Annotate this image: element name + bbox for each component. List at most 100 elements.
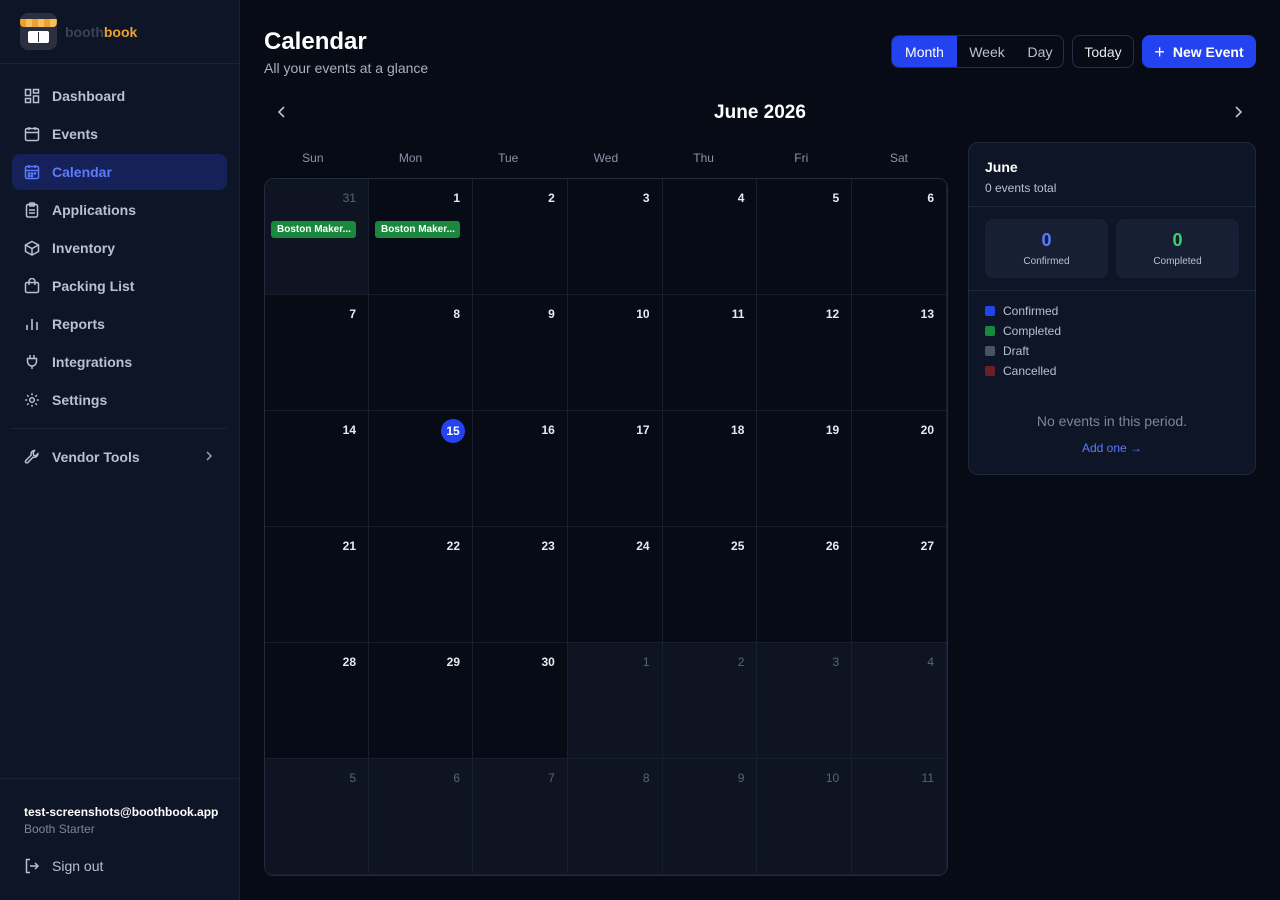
sidebar-item-label: Events xyxy=(52,126,98,142)
event-chip[interactable]: Boston Maker... xyxy=(271,221,356,238)
plug-icon xyxy=(24,354,40,370)
legend-label: Completed xyxy=(1003,324,1062,338)
day-number: 19 xyxy=(825,423,840,437)
confirmed-count: 0 xyxy=(1041,230,1052,250)
day-cell[interactable]: 18 xyxy=(662,411,758,527)
user-email: test-screenshots@boothbook.app xyxy=(24,805,219,819)
day-cell[interactable]: 3 xyxy=(757,643,853,759)
bag-icon xyxy=(24,277,40,294)
day-cell[interactable]: 12 xyxy=(757,295,853,411)
day-number: 15 xyxy=(441,419,465,443)
day-cell[interactable]: 10 xyxy=(757,759,853,875)
sidebar-item-applications[interactable]: Applications xyxy=(12,192,227,228)
view-month-button[interactable]: Month xyxy=(892,36,957,67)
day-cell[interactable]: 3 xyxy=(567,179,663,295)
day-cell[interactable]: 9 xyxy=(662,759,758,875)
day-cell[interactable]: 4 xyxy=(852,643,947,759)
day-number: 1 xyxy=(453,191,460,205)
day-cell[interactable]: 2 xyxy=(662,643,758,759)
legend-swatch xyxy=(985,306,995,316)
new-event-button[interactable]: + New Event xyxy=(1142,35,1256,68)
logo[interactable]: boothbook xyxy=(0,0,239,64)
day-number: 5 xyxy=(349,771,356,785)
day-cell[interactable]: 28 xyxy=(265,643,369,759)
legend-item: Confirmed xyxy=(985,301,1239,321)
sidebar-item-dashboard[interactable]: Dashboard xyxy=(12,78,227,114)
day-cell[interactable]: 20 xyxy=(852,411,947,527)
day-cell[interactable]: 30 xyxy=(473,643,568,759)
day-number: 6 xyxy=(453,771,460,785)
day-cell[interactable]: 6 xyxy=(852,179,947,295)
today-button[interactable]: Today xyxy=(1072,35,1134,68)
day-cell[interactable]: 25 xyxy=(662,527,758,643)
day-cell[interactable]: 11 xyxy=(662,295,758,411)
day-cell[interactable]: 24 xyxy=(567,527,663,643)
day-cell[interactable]: 13 xyxy=(852,295,947,411)
completed-stat: 0 Completed xyxy=(1116,219,1239,278)
completed-count: 0 xyxy=(1172,230,1183,250)
day-cell[interactable]: 31 Boston Maker... xyxy=(265,179,369,295)
day-number: 11 xyxy=(921,771,934,785)
sidebar-item-inventory[interactable]: Inventory xyxy=(12,230,227,266)
sidebar-item-settings[interactable]: Settings xyxy=(12,382,227,418)
day-cell[interactable]: 7 xyxy=(265,295,369,411)
day-cell[interactable]: 21 xyxy=(265,527,369,643)
day-number: 7 xyxy=(349,307,356,321)
day-cell[interactable]: 19 xyxy=(757,411,853,527)
day-cell[interactable]: 16 xyxy=(473,411,568,527)
day-number: 23 xyxy=(541,539,555,553)
sidebar-item-events[interactable]: Events xyxy=(12,116,227,152)
day-cell[interactable]: 11 xyxy=(852,759,947,875)
sidebar-item-packing-list[interactable]: Packing List xyxy=(12,268,227,304)
day-cell[interactable]: 5 xyxy=(757,179,853,295)
logo-icon xyxy=(20,13,57,50)
sidebar-item-calendar[interactable]: Calendar xyxy=(12,154,227,190)
day-cell[interactable]: 8 xyxy=(369,295,473,411)
sidebar-item-reports[interactable]: Reports xyxy=(12,306,227,342)
day-cell[interactable]: 14 xyxy=(265,411,369,527)
sidebar-item-vendor-tools[interactable]: Vendor Tools xyxy=(12,439,227,475)
day-number: 26 xyxy=(825,539,840,553)
sign-out-button[interactable]: Sign out xyxy=(24,858,239,874)
day-cell[interactable]: 27 xyxy=(852,527,947,643)
day-cell[interactable]: 1 xyxy=(567,643,663,759)
day-cell[interactable]: 17 xyxy=(567,411,663,527)
chevron-left-icon xyxy=(277,106,285,118)
sidebar-item-label: Applications xyxy=(52,202,137,218)
day-cell[interactable]: 22 xyxy=(369,527,473,643)
page-title: Calendar xyxy=(264,28,367,55)
day-number: 25 xyxy=(731,539,745,553)
view-week-button[interactable]: Week xyxy=(957,36,1017,67)
day-cell-today[interactable]: 15 xyxy=(369,411,473,527)
day-cell[interactable]: 23 xyxy=(473,527,568,643)
day-cell[interactable]: 4 xyxy=(662,179,758,295)
completed-label: Completed xyxy=(1153,256,1202,267)
day-cell[interactable]: 5 xyxy=(265,759,369,875)
day-cell[interactable]: 1 Boston Maker... xyxy=(369,179,473,295)
calendar-grid: 31 Boston Maker... 1 Boston Maker... 2 3 4 5 6 7 8… xyxy=(264,178,948,876)
day-cell[interactable]: 6 xyxy=(369,759,473,875)
day-number: 27 xyxy=(920,539,934,553)
day-cell[interactable]: 7 xyxy=(473,759,568,875)
day-number: 5 xyxy=(832,191,840,205)
logo-text-part2: book xyxy=(103,23,138,40)
day-cell[interactable]: 2 xyxy=(473,179,568,295)
logo-text-part1: booth xyxy=(65,23,104,40)
legend-label: Confirmed xyxy=(1003,304,1059,318)
sign-out-icon xyxy=(24,858,40,874)
add-event-link[interactable]: Add one → xyxy=(969,441,1255,455)
day-cell[interactable]: 9 xyxy=(473,295,568,411)
next-month-button[interactable] xyxy=(1228,102,1248,122)
sidebar-item-integrations[interactable]: Integrations xyxy=(12,344,227,380)
event-chip[interactable]: Boston Maker... xyxy=(375,221,460,238)
day-cell[interactable]: 29 xyxy=(369,643,473,759)
view-day-button[interactable]: Day xyxy=(1017,36,1063,67)
day-cell[interactable]: 10 xyxy=(567,295,663,411)
previous-month-button[interactable] xyxy=(272,102,292,122)
day-number: 24 xyxy=(636,539,650,553)
day-cell[interactable]: 8 xyxy=(567,759,663,875)
summary-month: June xyxy=(985,159,1018,175)
month-title: June 2026 xyxy=(714,102,806,123)
day-cell[interactable]: 26 xyxy=(757,527,853,643)
sidebar-nav: Dashboard Events Calendar Applications I… xyxy=(0,64,239,475)
